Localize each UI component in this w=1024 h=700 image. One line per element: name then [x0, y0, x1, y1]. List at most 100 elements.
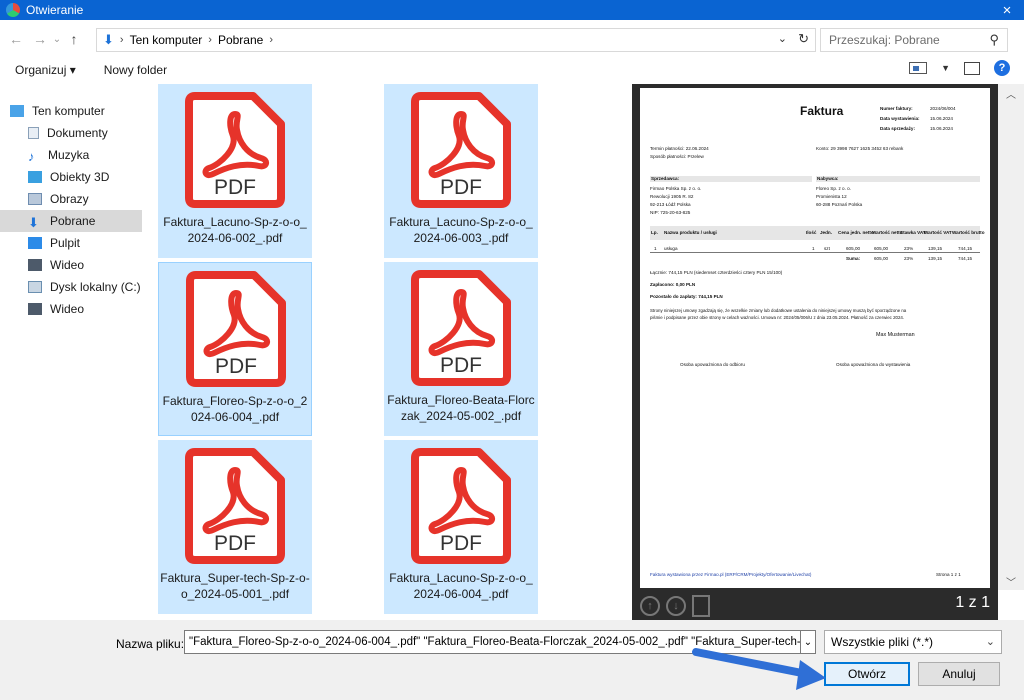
filename-label: Nazwa pliku: [116, 637, 185, 651]
file-name: Faktura_Floreo-Beata-Florczak_2024-05-00… [387, 393, 535, 423]
scroll-down-icon[interactable]: ﹀ [1006, 574, 1016, 589]
document-search-icon[interactable] [692, 595, 710, 617]
close-icon[interactable]: × [990, 0, 1024, 20]
drive-icon [28, 281, 42, 293]
up-icon[interactable]: ↑ [64, 31, 84, 47]
preview-pane-icon[interactable] [964, 61, 980, 75]
invoice-method: Sposób płatności: Przelew [650, 154, 704, 159]
pdf-file-icon: PDF [411, 270, 511, 386]
new-folder-button[interactable]: Nowy folder [104, 63, 167, 77]
buyer-line: Promienista 12 [816, 194, 847, 199]
file-item[interactable]: PDF Faktura_Lacuno-Sp-z-o-o_2024-06-004_… [384, 440, 538, 614]
table-header: Wartość brutto [952, 230, 985, 235]
file-item[interactable]: PDF Faktura_Floreo-Sp-z-o-o_2024-06-004_… [158, 262, 312, 436]
pdf-label: PDF [215, 355, 257, 378]
breadcrumb-this-pc[interactable]: Ten komputer [130, 33, 203, 47]
window-title: Otwieranie [26, 3, 84, 17]
sidebar-item-3d-objects[interactable]: Obiekty 3D [28, 166, 109, 188]
table-header: Ilość [806, 230, 817, 235]
chevron-down-icon[interactable]: ⌄ [778, 32, 787, 45]
buyer-heading: Nabywca: [817, 176, 839, 181]
file-name: Faktura_Lacuno-Sp-z-o-o_2024-06-003_.pdf [389, 215, 533, 245]
pdf-file-icon: PDF [185, 92, 285, 208]
next-page-icon[interactable]: ↓ [666, 596, 686, 616]
cancel-button[interactable]: Anuluj [918, 662, 1000, 686]
computer-icon [10, 105, 24, 117]
seller-line: 92-213 Łódź Polska [650, 202, 691, 207]
sidebar-item-pictures[interactable]: Obrazy [28, 188, 89, 210]
view-dropdown-icon[interactable]: ▼ [941, 63, 950, 73]
buyer-header-bar [816, 176, 980, 182]
navigation-pane: Ten komputer Dokumenty ♪ Muzyka Obiekty … [0, 84, 150, 620]
invoice-signature-left: Osoba upoważniona do odbioru [680, 362, 745, 367]
organize-button[interactable]: Organizuj ▾ [15, 63, 76, 77]
recent-locations-icon[interactable]: ⌄ [50, 34, 64, 45]
sidebar-item-videos-2[interactable]: Wideo [28, 298, 84, 320]
file-item[interactable]: PDF Faktura_Super-tech-Sp-z-o-o_2024-05-… [158, 440, 312, 614]
invoice-total-words: Łącznie: 744,15 PLN (siedemset czterdzie… [650, 270, 783, 275]
table-header: Cena jedn. netto [838, 230, 874, 235]
pdf-file-icon: PDF [186, 271, 286, 387]
table-header: Jedn. [820, 230, 832, 235]
file-type-filter[interactable]: Wszystkie pliki (*.*) ⌄ [824, 630, 1002, 654]
sidebar-item-label: Pobrane [50, 214, 96, 228]
buyer-line: Floreo Sp. z o. o. [816, 186, 851, 191]
invoice-due: Termin płatności: 22.06.2024 [650, 146, 709, 151]
pictures-icon [28, 193, 42, 205]
breadcrumb-separator[interactable]: › [269, 34, 273, 46]
sidebar-item-downloads[interactable]: ⬇ Pobrane [0, 210, 142, 232]
sidebar-item-desktop[interactable]: Pulpit [28, 232, 80, 254]
video-icon [28, 303, 42, 315]
search-icon[interactable]: ⚲ [989, 32, 999, 48]
sidebar-item-videos[interactable]: Wideo [28, 254, 84, 276]
seller-line: Firmao Polska Sp. z o. o. [650, 186, 702, 191]
refresh-icon[interactable]: ↻ [798, 31, 809, 47]
sidebar-item-music[interactable]: ♪ Muzyka [28, 144, 89, 166]
invoice-meta-value: 15.06.2024 [930, 126, 953, 131]
table-sum-cell: 744,15 [958, 256, 973, 261]
scroll-up-icon[interactable]: ︿ [1006, 86, 1016, 101]
file-item[interactable]: PDF Faktura_Lacuno-Sp-z-o-o_2024-06-002_… [158, 84, 312, 258]
seller-heading: Sprzedawca: [651, 176, 680, 181]
table-header: Stawka VAT [900, 230, 926, 235]
sidebar-item-local-disk[interactable]: Dysk lokalny (C:) [28, 276, 141, 298]
invoice-meta-label: Data sprzedaży: [880, 126, 915, 131]
breadcrumb-separator: › [208, 34, 212, 46]
file-item[interactable]: PDF Faktura_Lacuno-Sp-z-o-o_2024-06-003_… [384, 84, 538, 258]
video-icon [28, 259, 42, 271]
file-item[interactable]: PDF Faktura_Floreo-Beata-Florczak_2024-0… [384, 262, 538, 436]
pdf-file-icon: PDF [185, 448, 285, 564]
address-bar[interactable]: ⬇ › Ten komputer › Pobrane › ⌄ ↻ [96, 28, 816, 52]
file-name: Faktura_Lacuno-Sp-z-o-o_2024-06-002_.pdf [163, 215, 307, 245]
invoice-meta-label: Numer faktury: [880, 106, 913, 111]
previous-page-icon[interactable]: ↑ [640, 596, 660, 616]
bottom-panel: Nazwa pliku: "Faktura_Floreo-Sp-z-o-o_20… [0, 620, 1024, 700]
search-input[interactable]: Przeszukaj: Pobrane ⚲ [820, 28, 1008, 52]
filename-dropdown-icon[interactable]: ⌄ [800, 630, 816, 654]
invoice-preview-page: Faktura Numer faktury: 2024/06/004 Data … [640, 88, 990, 588]
table-header: Wartość netto [872, 230, 903, 235]
file-list: PDF Faktura_Lacuno-Sp-z-o-o_2024-06-002_… [150, 84, 632, 620]
change-view-icon[interactable] [909, 62, 928, 74]
sidebar-item-this-pc[interactable]: Ten komputer [10, 100, 105, 122]
sidebar-item-documents[interactable]: Dokumenty [28, 122, 108, 144]
forward-icon[interactable]: → [30, 31, 50, 47]
table-sum-cell: 605,00 [874, 256, 889, 261]
invoice-signature-right: Osoba upoważniona do wystawienia [836, 362, 911, 367]
address-row: ← → ⌄ ↑ ⬇ › Ten komputer › Pobrane › ⌄ ↻… [0, 22, 1024, 56]
back-icon[interactable]: ← [6, 31, 26, 47]
file-name: Faktura_Lacuno-Sp-z-o-o_2024-06-004_.pdf [389, 571, 533, 601]
seller-line: Rewolucji 1905 R. 82 [650, 194, 694, 199]
breadcrumb-downloads[interactable]: Pobrane [218, 33, 263, 47]
sidebar-item-label: Muzyka [48, 148, 90, 162]
pdf-label: PDF [440, 532, 482, 555]
filename-input[interactable]: "Faktura_Floreo-Sp-z-o-o_2024-06-004_.pd… [184, 630, 816, 654]
invoice-footer-left: Faktura wystawiona przez Firmao.pl (ERP/… [650, 572, 812, 577]
chevron-down-icon[interactable]: ⌄ [986, 631, 995, 653]
open-button[interactable]: Otwórz [824, 662, 910, 686]
sidebar-item-label: Dokumenty [47, 126, 108, 140]
search-placeholder: Przeszukaj: Pobrane [829, 33, 940, 47]
help-icon[interactable]: ? [994, 60, 1010, 76]
vertical-scrollbar[interactable]: ︿ ﹀ [998, 84, 1024, 590]
invoice-signer: Max Musterman [876, 332, 915, 338]
